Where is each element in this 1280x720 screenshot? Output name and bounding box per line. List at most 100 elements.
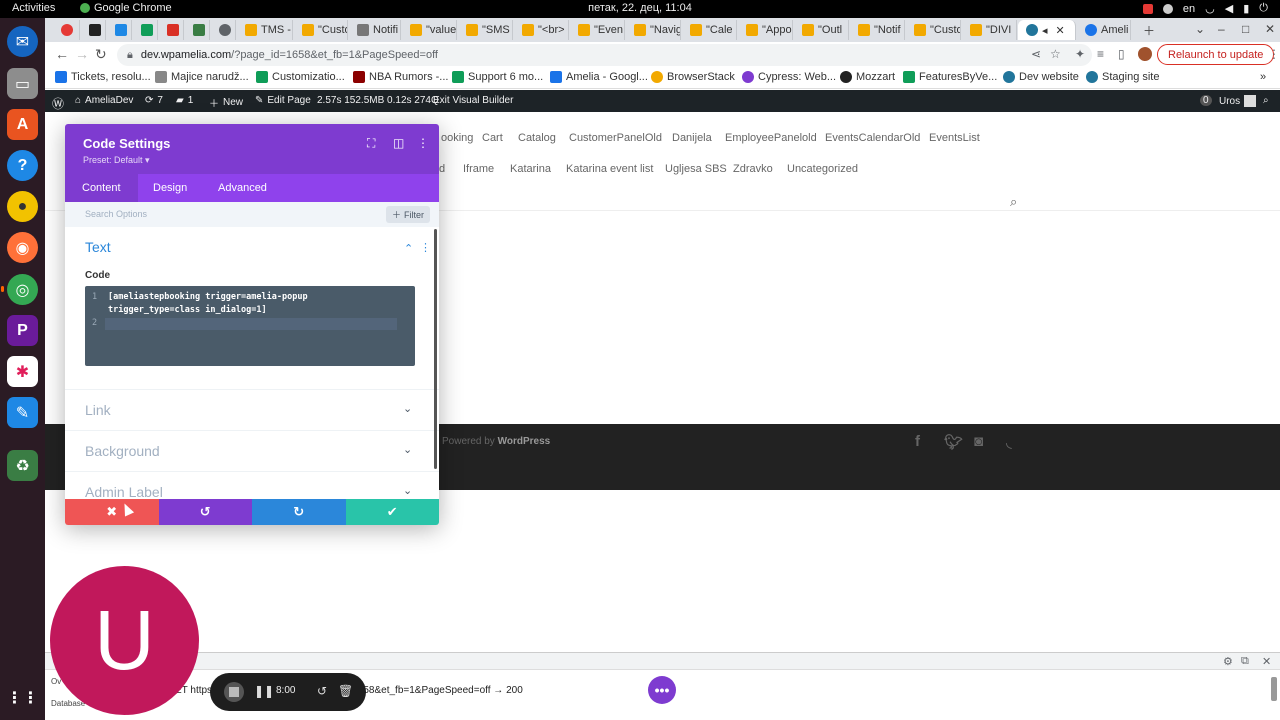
wp-user-menu[interactable]: Uros: [1219, 95, 1257, 107]
wp-updates[interactable]: ⟳ 7: [145, 95, 163, 106]
split-view-icon[interactable]: ◫: [393, 136, 404, 150]
new-tab-button[interactable]: ＋: [1143, 22, 1155, 39]
section-options-icon[interactable]: ⋮: [420, 241, 431, 254]
slack-icon[interactable]: ✱: [7, 356, 38, 387]
wp-edit-page[interactable]: ✎ Edit Page: [255, 95, 311, 106]
menu-link[interactable]: Zdravko: [733, 163, 773, 175]
bookmark-features[interactable]: FeaturesByVe...: [903, 71, 997, 83]
expand-icon[interactable]: ⛶: [367, 136, 375, 151]
share-icon[interactable]: ⋖: [1031, 47, 1041, 61]
clock[interactable]: петак, 22. дец, 11:04: [560, 2, 720, 14]
tab-design[interactable]: Design: [136, 174, 204, 202]
wp-search-icon[interactable]: ⌕: [1263, 95, 1269, 106]
reading-list-icon[interactable]: ≡: [1097, 47, 1104, 61]
tab-19[interactable]: "Custo: [906, 20, 961, 40]
activities-button[interactable]: Activities: [12, 2, 55, 14]
settings-icon[interactable]: ⚙: [1223, 655, 1233, 668]
trash-icon[interactable]: ♻: [7, 450, 38, 481]
menu-link[interactable]: EventsCalendarOld: [825, 132, 920, 144]
tab-5[interactable]: [185, 20, 210, 40]
section-text-header[interactable]: Text: [85, 239, 111, 255]
bookmark-staging-site[interactable]: Staging site: [1086, 71, 1159, 83]
tab-content[interactable]: Content: [65, 174, 138, 202]
delete-recording-icon[interactable]: 🗑︎: [338, 684, 353, 698]
tab-17[interactable]: "Outl: [794, 20, 849, 40]
tab-0[interactable]: [53, 20, 80, 40]
bookmark-amelia-google[interactable]: Amelia - Googl...: [550, 71, 648, 83]
side-panel-icon[interactable]: ▯: [1118, 47, 1125, 61]
tab-advanced[interactable]: Advanced: [201, 174, 284, 202]
thunderbird-icon[interactable]: ✉: [7, 26, 38, 57]
tab-20[interactable]: "DIVI: [962, 20, 1017, 40]
undo-button[interactable]: ↺: [158, 499, 252, 525]
tab-22[interactable]: Ameli: [1077, 20, 1131, 40]
filter-button[interactable]: ＋ Filter: [386, 206, 431, 223]
tab-6[interactable]: [211, 20, 236, 40]
firefox-icon[interactable]: ◉: [7, 232, 38, 263]
tab-3[interactable]: [133, 20, 158, 40]
tab-close-icon[interactable]: ✕: [1056, 24, 1065, 37]
bookmark-star-icon[interactable]: ☆: [1050, 47, 1061, 61]
footer-credit-link[interactable]: WordPress: [498, 436, 551, 447]
tab-audio-icon[interactable]: ◂: [1042, 24, 1048, 37]
bookmark-tickets[interactable]: Tickets, resolu...: [55, 71, 151, 83]
text-editor-icon[interactable]: ✎: [7, 397, 38, 428]
menu-link[interactable]: Cart: [482, 132, 503, 144]
software-center-icon[interactable]: A: [7, 109, 38, 140]
language-indicator[interactable]: en: [1183, 3, 1195, 15]
tab-16[interactable]: "Appo: [738, 20, 793, 40]
close-devtools-icon[interactable]: ✕: [1262, 655, 1271, 668]
bookmarks-overflow-icon[interactable]: »: [1260, 71, 1266, 83]
undock-icon[interactable]: ⧉: [1241, 655, 1249, 668]
forward-icon[interactable]: →: [75, 46, 89, 62]
menu-link[interactable]: EmployeePanelold: [725, 132, 817, 144]
modal-scrollbar[interactable]: [434, 229, 437, 469]
divi-page-settings-button[interactable]: •••: [648, 676, 676, 704]
section-admin-label[interactable]: Admin Label ⌄: [65, 471, 439, 499]
bookmark-support[interactable]: Support 6 mo...: [452, 71, 543, 83]
wp-exit-visual-builder[interactable]: Exit Visual Builder: [433, 95, 513, 106]
relaunch-to-update-button[interactable]: Relaunch to update: [1157, 44, 1275, 65]
extensions-icon[interactable]: ✦: [1075, 47, 1085, 61]
bookmark-nba-rumors[interactable]: NBA Rumors -...: [353, 71, 448, 83]
tab-9[interactable]: Notifi: [349, 20, 401, 40]
section-link[interactable]: Link ⌄: [65, 389, 439, 430]
menu-link[interactable]: d: [439, 163, 445, 175]
profile-avatar[interactable]: [1138, 47, 1152, 61]
wp-comments[interactable]: ▰ 1: [176, 95, 193, 106]
wp-new[interactable]: ＋ New: [209, 95, 243, 110]
reload-icon[interactable]: ↻: [95, 46, 107, 63]
bookmark-cypress[interactable]: Cypress: Web...: [742, 71, 836, 83]
tab-1[interactable]: [81, 20, 106, 40]
bookmark-customization[interactable]: Customizatio...: [256, 71, 345, 83]
bookmark-dev-website[interactable]: Dev website: [1003, 71, 1079, 83]
redo-button[interactable]: ↻: [252, 499, 346, 525]
menu-link[interactable]: Katarina event list: [566, 163, 653, 175]
show-apps-icon[interactable]: ⋮⋮: [7, 682, 39, 713]
code-editor[interactable]: 1 [ameliastepbooking trigger=amelia-popu…: [85, 286, 415, 366]
tab-2[interactable]: [107, 20, 132, 40]
wp-notifications[interactable]: 0: [1200, 95, 1212, 106]
system-tray[interactable]: en ◡ ◀ ▮ ⏻: [1142, 2, 1268, 15]
maximize-button[interactable]: □: [1242, 22, 1249, 36]
tab-13[interactable]: "Even: [570, 20, 625, 40]
search-options-input[interactable]: Search Options: [85, 209, 147, 219]
tab-15[interactable]: "Cale: [682, 20, 737, 40]
chrome-menu-icon[interactable]: ⋮: [1268, 47, 1280, 61]
menu-link[interactable]: Danijela: [672, 132, 712, 144]
tab-search-icon[interactable]: ⌄: [1195, 22, 1205, 36]
tab-14[interactable]: "Navig: [626, 20, 681, 40]
lock-icon[interactable]: 🔒︎: [127, 49, 133, 62]
header-search-icon[interactable]: ⌕: [1010, 194, 1017, 210]
bookmark-majice[interactable]: Majice narudž...: [155, 71, 249, 83]
close-window-button[interactable]: ✕: [1265, 22, 1275, 36]
tab-21-active[interactable]: ◂ ✕: [1018, 20, 1076, 40]
bookmark-browserstack[interactable]: BrowserStack: [651, 71, 735, 83]
tab-7[interactable]: TMS -: [237, 20, 293, 40]
tab-4[interactable]: [159, 20, 184, 40]
wp-query-stats[interactable]: 2.57s 152.5MB 0.12s 274Q: [317, 95, 439, 106]
help-icon[interactable]: ?: [7, 150, 38, 181]
menu-link[interactable]: EventsList: [929, 132, 980, 144]
tab-8[interactable]: "Custo: [294, 20, 348, 40]
restart-icon[interactable]: ↺: [317, 684, 327, 698]
